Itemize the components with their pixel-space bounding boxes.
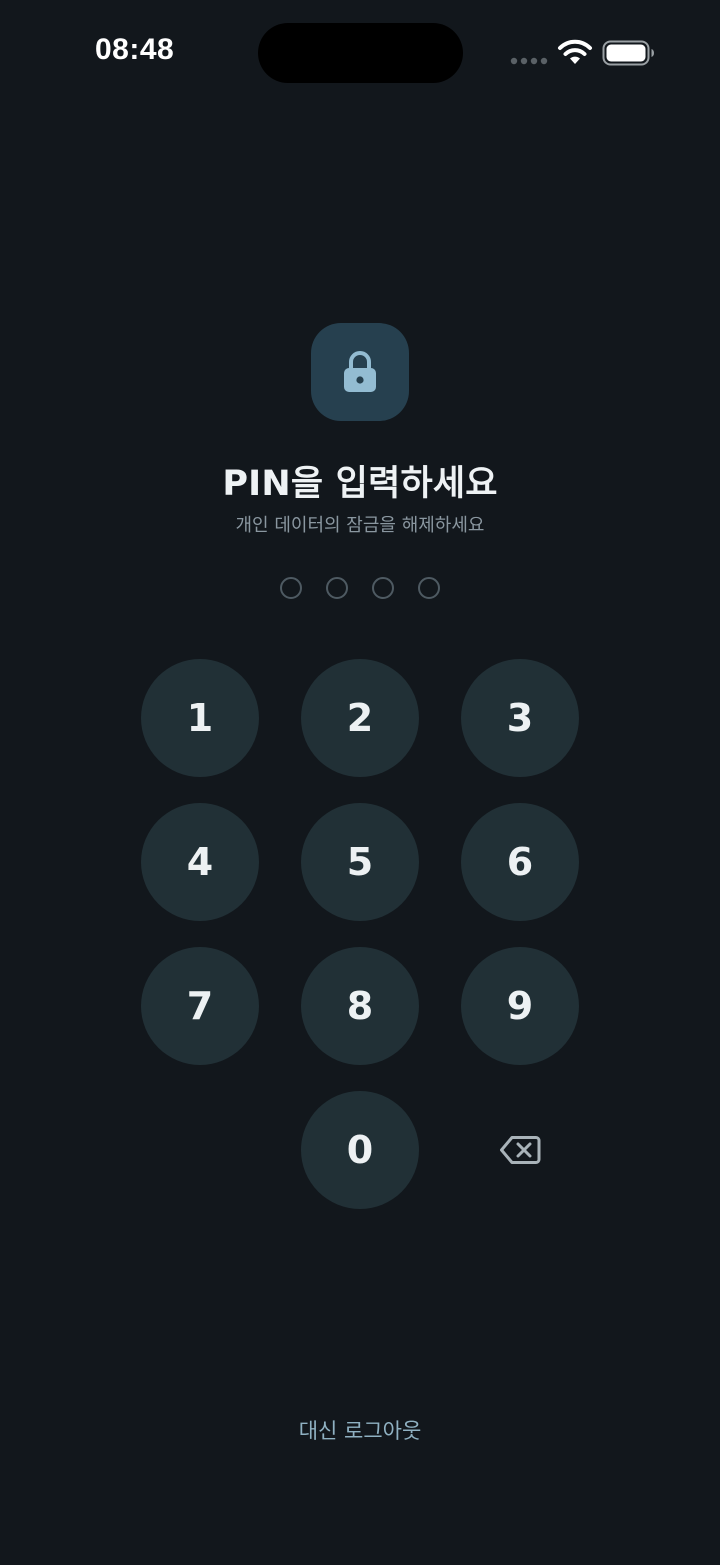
key-9[interactable]: 9 [461,947,579,1065]
pin-dot [418,577,440,599]
lock-icon-tile [311,323,409,421]
signal-icon [510,57,548,65]
lock-icon [344,351,376,392]
dynamic-island [258,23,463,83]
wifi-icon [558,39,592,64]
key-7[interactable]: 7 [141,947,259,1065]
pin-indicator [279,577,443,601]
page-subtitle: 개인 데이터의 잠금을 해제하세요 [235,515,485,536]
key-1[interactable]: 1 [141,659,259,777]
status-time: 08:48 [95,33,175,66]
page-title: PIN을 입력하세요 [222,464,498,504]
backspace-button[interactable] [461,1091,579,1209]
key-8[interactable]: 8 [301,947,419,1065]
backspace-icon [500,1136,541,1164]
logout-link[interactable]: 대신 로그아웃 [0,1415,720,1445]
key-3[interactable]: 3 [461,659,579,777]
key-2[interactable]: 2 [301,659,419,777]
key-4[interactable]: 4 [141,803,259,921]
pin-dot [280,577,302,599]
battery-icon [602,40,654,66]
key-5[interactable]: 5 [301,803,419,921]
pin-dot [372,577,394,599]
pin-dot [326,577,348,599]
key-0[interactable]: 0 [301,1091,419,1209]
key-6[interactable]: 6 [461,803,579,921]
